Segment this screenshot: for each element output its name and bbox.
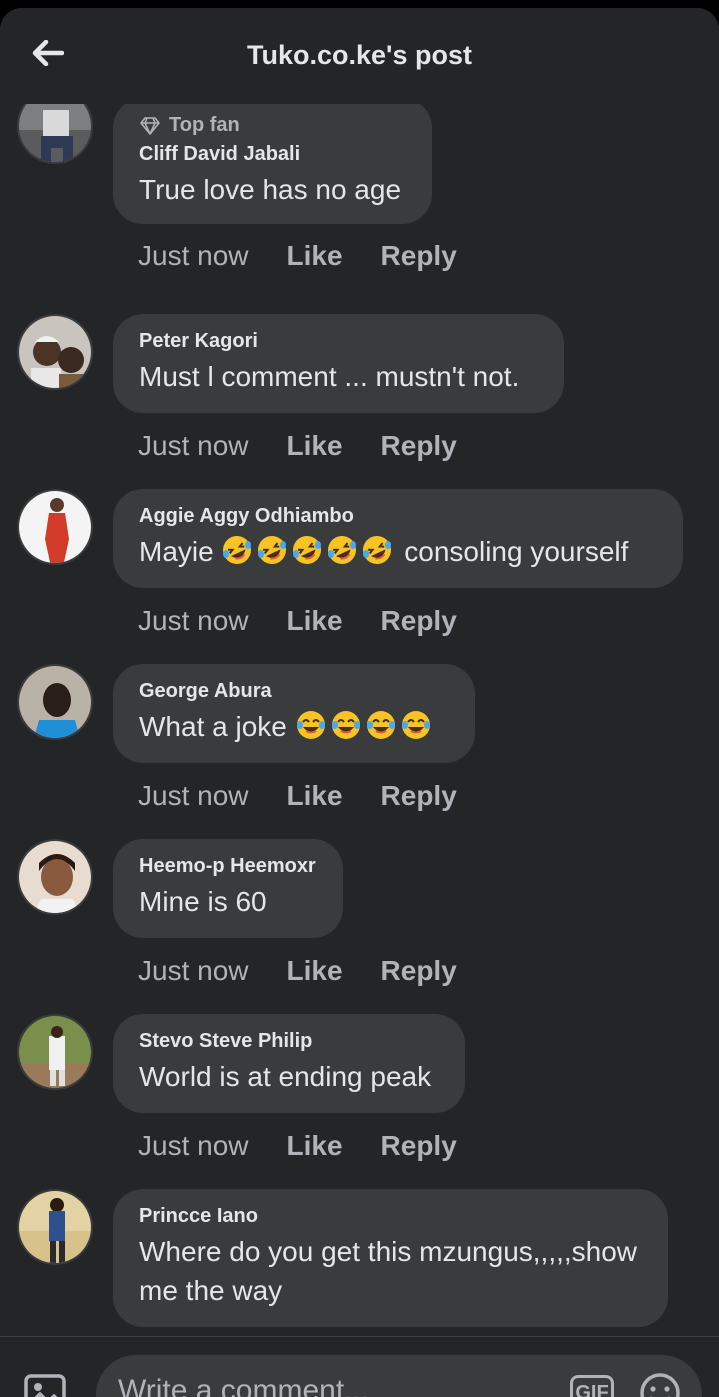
comment-text-start: What a joke	[139, 711, 287, 742]
comment-bubble[interactable]: Stevo Steve Philip World is at ending pe…	[113, 1014, 465, 1113]
comment-bubble[interactable]: Princce Iano Where do you get this mzung…	[113, 1189, 668, 1327]
like-button[interactable]: Like	[287, 955, 343, 987]
like-button[interactable]: Like	[287, 780, 343, 812]
comment-composer: GIF	[96, 1355, 702, 1397]
comment-text-end: consoling yourself	[404, 536, 629, 567]
emoji-group	[295, 711, 435, 742]
comment-time[interactable]: Just now	[138, 240, 249, 272]
diamond-icon	[140, 116, 160, 135]
comment-text: Must l comment ... mustn't not.	[139, 361, 520, 392]
comment-bubble[interactable]: Heemo-p Heemoxr Mine is 60	[113, 839, 343, 938]
like-button[interactable]: Like	[287, 1130, 343, 1162]
avatar-photo	[19, 1016, 91, 1088]
avatar[interactable]	[17, 1189, 93, 1265]
comment-time[interactable]: Just now	[138, 605, 249, 637]
avatar-photo	[19, 666, 91, 738]
avatar-photo	[19, 316, 91, 388]
avatar-photo	[19, 841, 91, 913]
comment-text: Mayie consoling yourself	[139, 532, 657, 571]
comment-bubble[interactable]: Peter Kagori Must l comment ... mustn't …	[113, 314, 564, 413]
like-button[interactable]: Like	[287, 240, 343, 272]
comment-actions: Just now Like Reply	[138, 236, 495, 276]
photo-button[interactable]	[22, 1372, 68, 1397]
reply-button[interactable]: Reply	[381, 780, 457, 812]
avatar[interactable]	[17, 839, 93, 915]
avatar[interactable]	[17, 1014, 93, 1090]
avatar-photo	[19, 491, 91, 563]
like-button[interactable]: Like	[287, 430, 343, 462]
avatar-photo	[19, 1191, 91, 1263]
comment-text: True love has no age	[139, 174, 402, 205]
commenter-name[interactable]: Cliff David Jabali	[139, 143, 406, 166]
comment-actions: Just now Like Reply	[138, 951, 495, 991]
tears-of-joy-emoji	[401, 711, 430, 739]
commenter-name[interactable]: George Abura	[139, 680, 449, 703]
comment-actions: Just now Like Reply	[138, 776, 495, 816]
comment-time[interactable]: Just now	[138, 1130, 249, 1162]
emoji-button[interactable]	[638, 1371, 682, 1397]
like-button[interactable]: Like	[287, 605, 343, 637]
rolling-on-floor-laughing-emoji	[293, 536, 322, 564]
comment-text: Where do you get this mzungus,,,,,show m…	[139, 1232, 642, 1310]
rolling-on-floor-laughing-emoji	[363, 536, 392, 564]
reply-button[interactable]: Reply	[381, 955, 457, 987]
composer-divider	[0, 1336, 719, 1337]
photo-icon	[24, 1374, 66, 1397]
comment-text: Mine is 60	[139, 886, 267, 917]
header: Tuko.co.ke's post	[0, 8, 719, 104]
comment-text: World is at ending peak	[139, 1061, 432, 1092]
avatar[interactable]	[17, 664, 93, 740]
commenter-name[interactable]: Stevo Steve Philip	[139, 1030, 439, 1053]
reply-button[interactable]: Reply	[381, 240, 457, 272]
comment-time[interactable]: Just now	[138, 430, 249, 462]
commenter-name[interactable]: Aggie Aggy Odhiambo	[139, 505, 657, 528]
comment-bubble[interactable]: George Abura What a joke	[113, 664, 475, 763]
tears-of-joy-emoji	[331, 711, 360, 739]
comment-actions: Just now Like Reply	[138, 601, 495, 641]
tears-of-joy-emoji	[296, 711, 325, 739]
comment-time[interactable]: Just now	[138, 955, 249, 987]
reply-button[interactable]: Reply	[381, 605, 457, 637]
top-fan-badge: Top fan	[139, 114, 406, 137]
tears-of-joy-emoji	[366, 711, 395, 739]
avatar[interactable]	[17, 104, 93, 164]
comment-text: What a joke	[139, 707, 449, 746]
rolling-on-floor-laughing-emoji	[223, 536, 252, 564]
comment-text-line: Where do you get this mzungus,,,,,show	[139, 1236, 638, 1267]
comment-bubble[interactable]: Top fan Cliff David Jabali True love has…	[113, 104, 432, 224]
avatar[interactable]	[17, 489, 93, 565]
commenter-name[interactable]: Princce Iano	[139, 1205, 642, 1228]
emoji-group	[221, 536, 396, 567]
commenter-name[interactable]: Heemo-p Heemoxr	[139, 855, 317, 878]
comment-text-line: me the way	[139, 1275, 283, 1306]
comment-actions: Just now Like Reply	[138, 426, 495, 466]
avatar-photo	[19, 104, 91, 162]
reply-button[interactable]: Reply	[381, 1130, 457, 1162]
comments-screen: Tuko.co.ke's post Top fan Cliff David Ja…	[0, 8, 719, 1397]
badge-label: Top fan	[169, 114, 240, 136]
comment-time[interactable]: Just now	[138, 780, 249, 812]
comment-bubble[interactable]: Aggie Aggy Odhiambo Mayie consoling your…	[113, 489, 683, 588]
reply-button[interactable]: Reply	[381, 430, 457, 462]
gif-button[interactable]: GIF	[570, 1375, 614, 1397]
smiley-icon	[640, 1373, 680, 1397]
avatar[interactable]	[17, 314, 93, 390]
rolling-on-floor-laughing-emoji	[258, 536, 287, 564]
comment-list[interactable]: Top fan Cliff David Jabali True love has…	[0, 104, 719, 1336]
comment-input[interactable]	[116, 1373, 540, 1397]
rolling-on-floor-laughing-emoji	[328, 536, 357, 564]
comment-text-start: Mayie	[139, 536, 214, 567]
comment-actions: Just now Like Reply	[138, 1126, 495, 1166]
commenter-name[interactable]: Peter Kagori	[139, 330, 538, 353]
page-title: Tuko.co.ke's post	[247, 40, 472, 70]
